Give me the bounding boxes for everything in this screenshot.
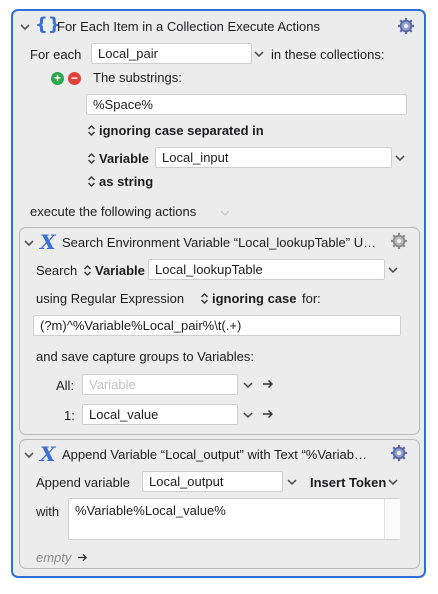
search-variable-type-selector[interactable]: Variable <box>95 263 145 278</box>
search-action-title: Search Environment Variable “Local_looku… <box>62 235 377 250</box>
gear-icon[interactable] <box>390 232 408 250</box>
for-each-variable-field[interactable]: Local_pair <box>91 43 252 64</box>
execute-chevron-icon[interactable] <box>219 207 231 219</box>
lookup-dropdown-chevron-icon[interactable] <box>387 264 399 276</box>
append-action: X Append Variable “Local_output” with Te… <box>19 439 420 569</box>
stepper-icon[interactable] <box>87 152 96 165</box>
stepper-icon[interactable] <box>200 292 209 305</box>
as-string-selector[interactable]: as string <box>99 174 153 189</box>
using-regex-label: using Regular Expression <box>36 291 185 306</box>
ignoring-case-selector[interactable]: ignoring case separated in <box>99 123 264 138</box>
stepper-icon[interactable] <box>83 264 92 277</box>
search-label: Search <box>36 263 78 278</box>
all-dropdown-chevron-icon[interactable] <box>242 379 254 391</box>
variable-dropdown-chevron-icon[interactable] <box>253 48 265 60</box>
with-text-area[interactable]: %Variable%Local_value% <box>68 498 400 540</box>
collapse-chevron-icon[interactable] <box>19 21 31 33</box>
append-dropdown-chevron-icon[interactable] <box>286 476 298 488</box>
add-icon[interactable]: + <box>51 72 64 85</box>
with-label: with <box>36 504 60 519</box>
collapse-chevron-icon[interactable] <box>23 449 35 461</box>
search-action: X Search Environment Variable “Local_loo… <box>19 227 420 435</box>
input-dropdown-chevron-icon[interactable] <box>394 152 406 164</box>
variable-x-icon: X <box>40 230 56 254</box>
regex-field[interactable]: (?m)^%Variable%Local_pair%\t(.+) <box>33 315 401 336</box>
arrow-right-icon[interactable] <box>77 552 88 563</box>
variable-x-icon: X <box>40 442 56 466</box>
capture-one-field[interactable]: Local_value <box>82 404 238 425</box>
substrings-field[interactable]: %Space% <box>86 94 407 115</box>
arrow-right-icon[interactable] <box>262 378 274 390</box>
substrings-label: The substrings: <box>93 70 182 85</box>
one-label: 1: <box>64 408 75 423</box>
with-text-value: %Variable%Local_value% <box>75 503 226 518</box>
all-variable-placeholder: Variable <box>89 377 136 392</box>
in-collections-label: in these collections: <box>271 47 385 62</box>
for-each-action: {} For Each Item in a Collection Execute… <box>11 9 426 578</box>
empty-label: empty <box>36 550 72 565</box>
gear-icon[interactable] <box>397 17 415 35</box>
lookup-table-field[interactable]: Local_lookupTable <box>148 259 385 280</box>
all-label: All: <box>56 378 75 393</box>
for-each-label: For each <box>30 47 82 62</box>
collapse-chevron-icon[interactable] <box>23 237 35 249</box>
stepper-icon[interactable] <box>87 175 96 188</box>
all-variable-field[interactable]: Variable <box>82 374 238 395</box>
one-dropdown-chevron-icon[interactable] <box>242 409 254 421</box>
execute-label: execute the following actions <box>30 204 197 219</box>
append-variable-label: Append variable <box>36 475 130 490</box>
append-variable-field[interactable]: Local_output <box>142 471 283 492</box>
save-capture-label: and save capture groups to Variables: <box>36 349 255 364</box>
insert-token-button[interactable]: Insert Token <box>310 475 386 490</box>
insert-token-chevron-icon[interactable] <box>387 476 399 488</box>
stepper-icon[interactable] <box>87 124 96 137</box>
input-variable-field[interactable]: Local_input <box>155 147 392 168</box>
arrow-right-icon[interactable] <box>262 408 274 420</box>
for-each-title: For Each Item in a Collection Execute Ac… <box>57 19 321 34</box>
ignoring-case-selector[interactable]: ignoring case <box>212 291 297 306</box>
for-label: for: <box>302 291 321 306</box>
gear-icon[interactable] <box>390 444 408 462</box>
remove-icon[interactable]: − <box>68 72 81 85</box>
append-action-title: Append Variable “Local_output” with Text… <box>62 447 367 462</box>
variable-type-selector[interactable]: Variable <box>99 151 149 166</box>
text-area-scrollbar[interactable] <box>384 499 400 539</box>
